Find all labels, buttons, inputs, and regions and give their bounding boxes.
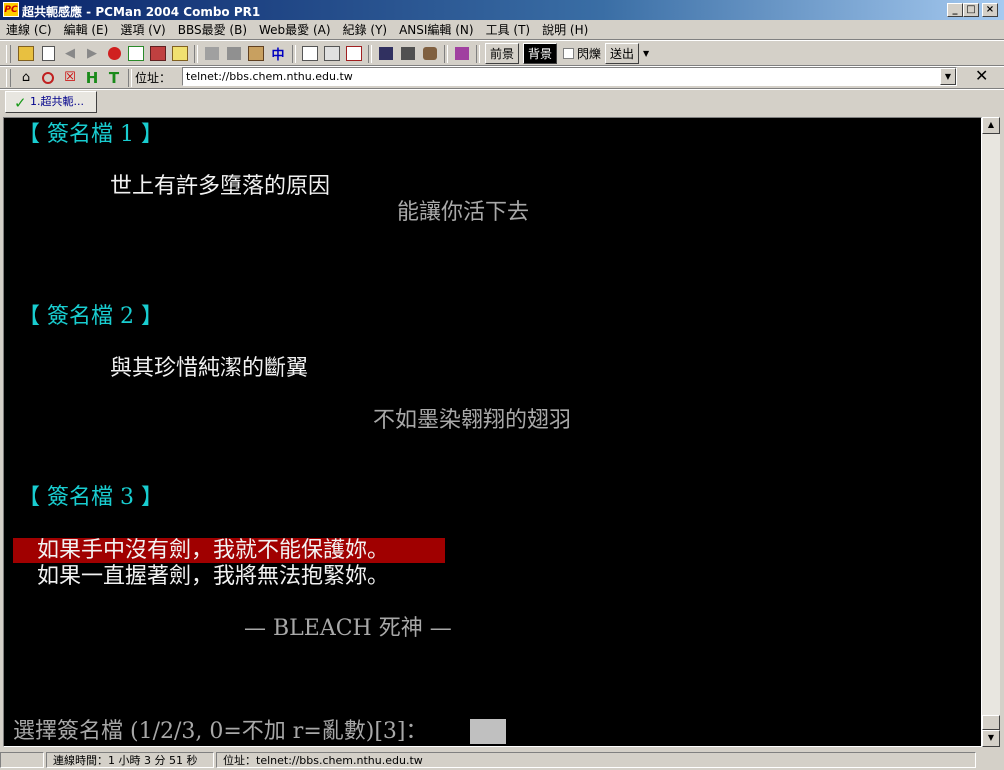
signature-3-header: 【 簽名檔 3 】 — [18, 485, 163, 510]
favorite-add-icon[interactable] — [169, 44, 191, 64]
chinese-input-icon[interactable]: 中 — [267, 44, 289, 64]
app-icon: PC — [3, 2, 19, 17]
connected-check-icon: ✓ — [14, 94, 27, 112]
copy-icon[interactable] — [201, 44, 223, 64]
send-button[interactable]: 送出 — [605, 43, 640, 64]
book-icon[interactable] — [451, 44, 473, 64]
blink-checkbox[interactable] — [563, 48, 575, 59]
menu-help[interactable]: 說明 (H) — [536, 21, 594, 38]
keyboard-icon[interactable] — [375, 44, 397, 64]
menu-bbs-favorites[interactable]: BBS最愛 (B) — [172, 21, 253, 38]
back-arrow-icon[interactable]: ◀ — [59, 44, 81, 64]
toolbar-grip[interactable] — [6, 44, 11, 63]
tab-label: 1.超共軛... — [30, 95, 84, 108]
forward-arrow-icon[interactable]: ▶ — [81, 44, 103, 64]
text-edit-icon[interactable] — [299, 44, 321, 64]
minimize-button[interactable]: _ — [947, 3, 963, 17]
connect-time: 連線時間：1 小時 3 分 51 秒 — [46, 751, 214, 768]
foreground-color-button[interactable]: 前景 — [485, 43, 520, 64]
title-bar: PC 超共軛感應 - PCMan 2004 Combo PR1 _ □ × — [0, 0, 1004, 20]
close-window-button[interactable]: × — [982, 3, 998, 17]
no-entry-icon[interactable] — [37, 68, 59, 88]
disconnect-icon[interactable] — [147, 44, 169, 64]
send-dropdown-icon[interactable]: ▼ — [641, 44, 651, 64]
status-address: 位址：telnet://bbs.chem.nthu.edu.tw — [216, 751, 976, 768]
refresh-icon[interactable] — [125, 44, 147, 64]
menu-tools[interactable]: 工具 (T) — [480, 21, 537, 38]
menu-log[interactable]: 紀錄 (Y) — [337, 21, 394, 38]
vertical-scrollbar[interactable]: ▲ ▼ — [982, 117, 1000, 747]
signature-2-line-1: 與其珍惜純潔的斷翼 — [110, 356, 309, 381]
signature-1-header: 【 簽名檔 1 】 — [18, 122, 163, 147]
address-label: 位址： — [135, 71, 172, 85]
input-cursor[interactable] — [470, 719, 506, 744]
address-input[interactable]: telnet://bbs.chem.nthu.edu.tw — [182, 67, 957, 86]
menu-ansi-edit[interactable]: ANSI編輯 (N) — [393, 21, 480, 38]
home-icon[interactable]: ⌂ — [15, 68, 37, 88]
signature-2-header: 【 簽名檔 2 】 — [18, 304, 163, 329]
signature-2-line-2: 不如墨染翱翔的翅羽 — [373, 408, 572, 433]
background-color-button[interactable]: 背景 — [523, 43, 558, 64]
status-bar: 連線時間：1 小時 3 分 51 秒 位址：telnet://bbs.chem.… — [0, 749, 1004, 770]
main-toolbar: ◀ ▶ 中 前景 背景 閃爍 送出 ▼ — [0, 41, 1004, 66]
scroll-down-icon[interactable]: ▼ — [982, 730, 1000, 747]
menu-connect[interactable]: 連線 (C) — [0, 21, 58, 38]
calculator-icon[interactable] — [397, 44, 419, 64]
menu-edit[interactable]: 編輯 (E) — [58, 21, 115, 38]
signature-3-line-2: 如果一直握著劍，我將無法抱緊妳。 — [37, 564, 390, 589]
settings-icon[interactable] — [321, 44, 343, 64]
t-icon[interactable]: T — [103, 68, 125, 88]
menu-web-favorites[interactable]: Web最愛 (A) — [253, 21, 337, 38]
signature-1-line-1: 世上有許多墮落的原因 — [110, 174, 331, 199]
window-icon[interactable] — [343, 44, 365, 64]
close-tab-icon[interactable]: ✕ — [975, 66, 988, 85]
h-icon[interactable]: H — [81, 68, 103, 88]
blink-label: 閃爍 — [577, 47, 602, 61]
scroll-up-icon[interactable]: ▲ — [982, 117, 1000, 134]
menu-options[interactable]: 選項 (V) — [114, 21, 171, 38]
stop-icon[interactable] — [103, 44, 125, 64]
copy-ansi-icon[interactable] — [223, 44, 245, 64]
paste-icon[interactable] — [245, 44, 267, 64]
signature-3-line-1: 如果手中沒有劍，我就不能保護妳。 — [37, 538, 390, 563]
new-document-icon[interactable] — [37, 44, 59, 64]
lock-icon[interactable] — [419, 44, 441, 64]
close-connection-icon[interactable]: ☒ — [59, 68, 81, 88]
signature-1-line-2: 能讓你活下去 — [397, 200, 530, 225]
maximize-button[interactable]: □ — [963, 3, 979, 17]
tab-connection-1[interactable]: ✓ 1.超共軛... — [5, 91, 97, 113]
scroll-thumb[interactable] — [982, 715, 1000, 730]
address-dropdown-icon[interactable]: ▼ — [940, 68, 956, 85]
signature-3-credit: — BLEACH 死神 — — [244, 616, 452, 641]
menu-bar: 連線 (C) 編輯 (E) 選項 (V) BBS最愛 (B) Web最愛 (A)… — [0, 20, 1004, 39]
signature-prompt: 選擇簽名檔 (1/2/3, 0=不加 r=亂數)[3]： — [13, 719, 428, 744]
terminal-screen[interactable]: 【 簽名檔 1 】 世上有許多墮落的原因 能讓你活下去 【 簽名檔 2 】 與其… — [3, 117, 982, 747]
folder-icon[interactable] — [15, 44, 37, 64]
window-title: 超共軛感應 - PCMan 2004 Combo PR1 — [22, 5, 261, 19]
